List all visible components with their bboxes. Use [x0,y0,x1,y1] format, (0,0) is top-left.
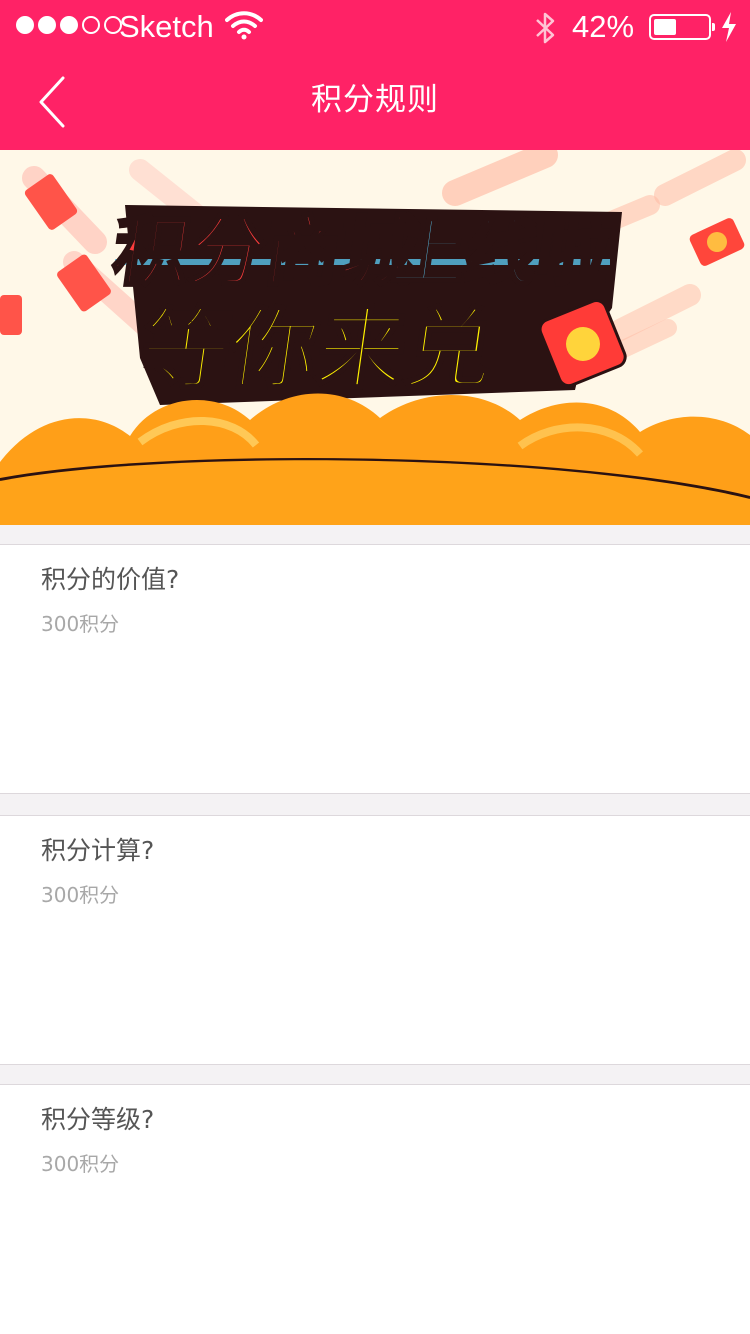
banner-subtitle-text: 等你来兑 [135,298,501,400]
rule-question: 积分的价值? [41,565,180,594]
rule-answer: 300积分 [41,1152,120,1176]
battery-percentage: 42% [572,9,635,44]
rule-answer: 300积分 [41,883,120,907]
rule-card: 积分计算? 300积分 [0,815,750,1065]
rule-card: 积分等级? 300积分 [0,1084,750,1334]
battery-icon [649,14,715,40]
signal-dot-filled [38,16,56,34]
banner-illustration: 积分商城 上线啦 等你来兑 [0,150,750,525]
rule-question: 积分计算? [41,836,155,865]
rule-answer: 300积分 [41,612,120,636]
signal-dot-filled [60,16,78,34]
screen: Sketch 42% 积分规则 积分商城 上线啦 等你来兑 积分的价值? 300… [0,0,750,1334]
promo-banner[interactable]: 积分商城 上线啦 等你来兑 [0,150,750,525]
signal-dot-filled [16,16,34,34]
page-title: 积分规则 [311,82,439,118]
navigation-bar: 积分规则 [0,54,750,150]
banner-title-red-text: 积分商城 [107,208,423,297]
banner-title-blue-text: 上线啦 [387,212,615,296]
bluetooth-icon [536,12,555,44]
wifi-icon [225,11,263,40]
signal-strength-icon [16,16,122,34]
rule-question: 积分等级? [41,1105,155,1134]
signal-dot-empty [82,16,100,34]
status-bar: Sketch 42% [0,0,750,54]
rule-card: 积分的价值? 300积分 [0,544,750,794]
charging-bolt-icon [722,12,736,42]
carrier-name: Sketch [119,9,214,44]
battery-level [654,19,676,35]
